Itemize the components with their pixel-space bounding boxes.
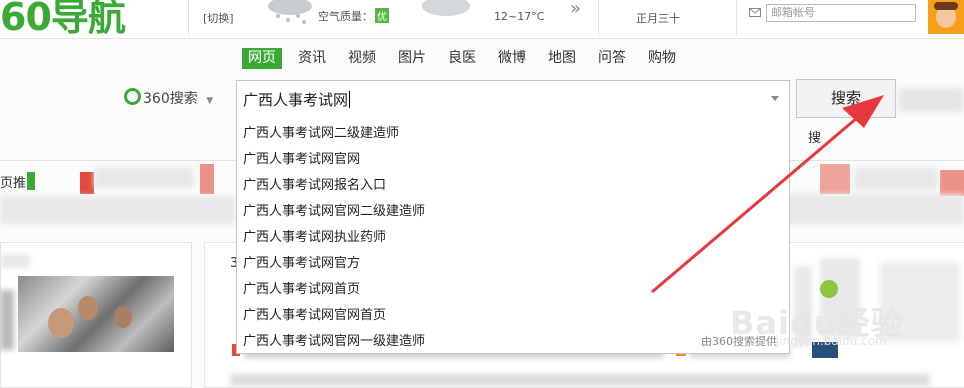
annotation-arrow-icon bbox=[651, 95, 884, 294]
